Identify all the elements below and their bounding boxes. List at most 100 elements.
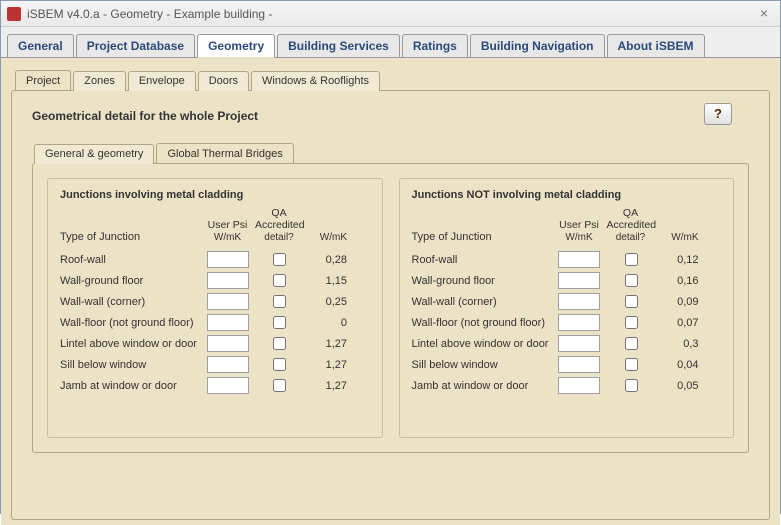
sub-tab-doors[interactable]: Doors xyxy=(198,71,249,91)
sub-tabs: ProjectZonesEnvelopeDoorsWindows & Roofl… xyxy=(11,70,770,90)
user-psi-input[interactable] xyxy=(558,356,600,373)
user-psi-input[interactable] xyxy=(207,314,249,331)
inner-tab-global-thermal-bridges[interactable]: Global Thermal Bridges xyxy=(156,143,293,163)
main-tab-building-navigation[interactable]: Building Navigation xyxy=(470,34,605,58)
user-psi-input[interactable] xyxy=(207,335,249,352)
group-metal-cladding: Junctions involving metal cladding Type … xyxy=(47,178,383,438)
qa-accredited-checkbox[interactable] xyxy=(625,358,638,371)
qa-accredited-checkbox[interactable] xyxy=(625,274,638,287)
user-psi-input[interactable] xyxy=(558,335,600,352)
default-wmk-value: 1,27 xyxy=(303,338,353,350)
junction-label: Wall-ground floor xyxy=(412,275,552,287)
column-headers: Type of Junction User PsiW/mK QA Accredi… xyxy=(60,207,370,243)
junction-label: Roof-wall xyxy=(60,254,200,266)
content-area: ProjectZonesEnvelopeDoorsWindows & Roofl… xyxy=(1,57,780,525)
junction-row: Sill below window1,27 xyxy=(60,354,370,375)
user-psi-input[interactable] xyxy=(558,293,600,310)
group-title: Junctions involving metal cladding xyxy=(60,189,370,201)
qa-accredited-checkbox[interactable] xyxy=(273,358,286,371)
hdr-wmk: W/mK xyxy=(303,219,353,243)
default-wmk-value: 0,09 xyxy=(655,296,705,308)
inner-tab-general-geometry[interactable]: General & geometry xyxy=(34,144,154,164)
junction-label: Sill below window xyxy=(60,359,200,371)
column-headers: Type of Junction User PsiW/mK QA Accredi… xyxy=(412,207,722,243)
qa-accredited-checkbox[interactable] xyxy=(273,295,286,308)
qa-accredited-checkbox[interactable] xyxy=(273,274,286,287)
sub-tab-project[interactable]: Project xyxy=(15,70,71,90)
main-tab-building-services[interactable]: Building Services xyxy=(277,34,400,58)
qa-accredited-checkbox[interactable] xyxy=(273,253,286,266)
qa-accredited-checkbox[interactable] xyxy=(625,253,638,266)
main-tab-general[interactable]: General xyxy=(7,34,74,58)
main-tab-about-isbem[interactable]: About iSBEM xyxy=(607,34,705,58)
app-icon xyxy=(7,7,21,21)
hdr-type: Type of Junction xyxy=(60,231,200,243)
user-psi-input[interactable] xyxy=(207,251,249,268)
user-psi-input[interactable] xyxy=(207,356,249,373)
hdr-type: Type of Junction xyxy=(412,231,552,243)
qa-accredited-checkbox[interactable] xyxy=(625,295,638,308)
qa-accredited-checkbox[interactable] xyxy=(273,316,286,329)
default-wmk-value: 0,16 xyxy=(655,275,705,287)
window-title: iSBEM v4.0.a - Geometry - Example buildi… xyxy=(27,7,272,21)
default-wmk-value: 0,28 xyxy=(303,254,353,266)
default-wmk-value: 0,3 xyxy=(655,338,705,350)
qa-accredited-checkbox[interactable] xyxy=(273,337,286,350)
main-tab-project-database[interactable]: Project Database xyxy=(76,34,195,58)
hdr-qa: QA Accrediteddetail? xyxy=(255,207,303,243)
main-tab-ratings[interactable]: Ratings xyxy=(402,34,468,58)
junction-label: Wall-floor (not ground floor) xyxy=(412,317,552,329)
user-psi-input[interactable] xyxy=(558,314,600,331)
hdr-qa: QA Accrediteddetail? xyxy=(607,207,655,243)
user-psi-input[interactable] xyxy=(207,272,249,289)
default-wmk-value: 0,07 xyxy=(655,317,705,329)
main-tabs: GeneralProject DatabaseGeometryBuilding … xyxy=(1,27,780,57)
sub-tab-envelope[interactable]: Envelope xyxy=(128,71,196,91)
junction-label: Jamb at window or door xyxy=(412,380,552,392)
default-wmk-value: 0,25 xyxy=(303,296,353,308)
titlebar: iSBEM v4.0.a - Geometry - Example buildi… xyxy=(1,1,780,27)
junction-row: Sill below window0,04 xyxy=(412,354,722,375)
panel-title: Geometrical detail for the whole Project xyxy=(32,109,749,123)
default-wmk-value: 0,12 xyxy=(655,254,705,266)
junction-row: Roof-wall 0,12 xyxy=(412,249,722,270)
junction-label: Jamb at window or door xyxy=(60,380,200,392)
qa-accredited-checkbox[interactable] xyxy=(625,316,638,329)
junction-row: Jamb at window or door0,05 xyxy=(412,375,722,396)
thermal-bridges-panel: Junctions involving metal cladding Type … xyxy=(32,163,749,453)
junction-row: Wall-floor (not ground floor) 0 xyxy=(60,312,370,333)
junction-row: Wall-ground floor1,15 xyxy=(60,270,370,291)
hdr-user-psi: User PsiW/mK xyxy=(552,219,607,243)
group-not-metal-cladding: Junctions NOT involving metal cladding T… xyxy=(399,178,735,438)
junction-label: Lintel above window or door xyxy=(60,338,200,350)
junction-row: Wall-floor (not ground floor) 0,07 xyxy=(412,312,722,333)
junction-label: Roof-wall xyxy=(412,254,552,266)
user-psi-input[interactable] xyxy=(558,251,600,268)
sub-tab-windows-rooflights[interactable]: Windows & Rooflights xyxy=(251,71,380,91)
user-psi-input[interactable] xyxy=(207,377,249,394)
hdr-user-psi: User PsiW/mK xyxy=(200,219,255,243)
project-panel: Geometrical detail for the whole Project… xyxy=(11,90,770,520)
junction-label: Wall-floor (not ground floor) xyxy=(60,317,200,329)
junction-row: Wall-wall (corner) 0,09 xyxy=(412,291,722,312)
default-wmk-value: 1,15 xyxy=(303,275,353,287)
qa-accredited-checkbox[interactable] xyxy=(273,379,286,392)
hdr-wmk: W/mK xyxy=(655,219,705,243)
help-button[interactable]: ? xyxy=(704,103,732,125)
sub-tab-zones[interactable]: Zones xyxy=(73,71,126,91)
default-wmk-value: 0 xyxy=(303,317,353,329)
group-title: Junctions NOT involving metal cladding xyxy=(412,189,722,201)
default-wmk-value: 0,04 xyxy=(655,359,705,371)
user-psi-input[interactable] xyxy=(558,377,600,394)
close-button[interactable]: × xyxy=(754,5,774,23)
qa-accredited-checkbox[interactable] xyxy=(625,337,638,350)
qa-accredited-checkbox[interactable] xyxy=(625,379,638,392)
junction-row: Lintel above window or door 1,27 xyxy=(60,333,370,354)
user-psi-input[interactable] xyxy=(207,293,249,310)
main-tab-geometry[interactable]: Geometry xyxy=(197,34,275,58)
junction-label: Lintel above window or door xyxy=(412,338,552,350)
junction-row: Wall-wall (corner)0,25 xyxy=(60,291,370,312)
junction-row: Lintel above window or door 0,3 xyxy=(412,333,722,354)
junction-label: Wall-wall (corner) xyxy=(412,296,552,308)
user-psi-input[interactable] xyxy=(558,272,600,289)
